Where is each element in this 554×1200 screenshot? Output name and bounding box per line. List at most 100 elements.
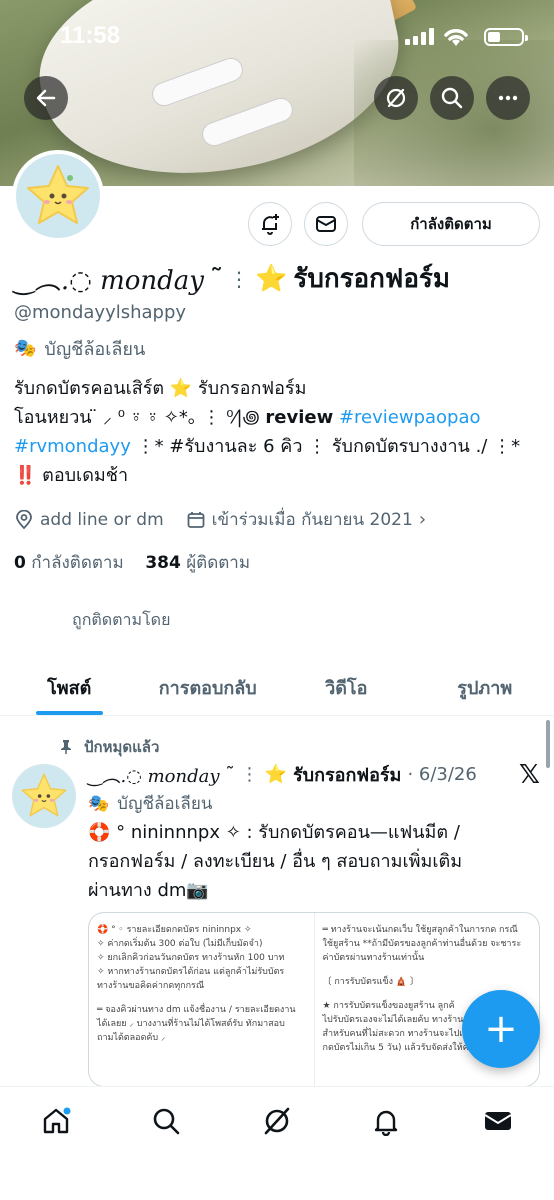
bio-text: ⋮* #รับงานละ 6 คิว ⋮ รับกดบัตรบางงาน ./ …	[130, 436, 521, 457]
post-date: · 6/3/26	[407, 764, 477, 785]
media-text: 〔 การรับบัตรแข็ง 🛕 〕	[322, 977, 419, 987]
status-bar: 11:58	[0, 0, 554, 70]
bio-line: #rvmondayy ⋮* #รับงานละ 6 คิว ⋮ รับกดบัต…	[14, 432, 544, 461]
post-author-avatar[interactable]	[12, 764, 76, 828]
post-text-line: ผ่านทาง dm📷	[88, 880, 209, 901]
followers-link[interactable]: 384 ผู้ติดตาม	[145, 553, 250, 573]
followers-count: 384	[145, 553, 181, 573]
parody-label: 🎭 บัญชีล้อเลียน	[14, 334, 145, 363]
scrollbar[interactable]	[546, 720, 550, 768]
hashtag-link[interactable]: #reviewpaopao	[339, 407, 481, 428]
slash-circle-icon	[386, 88, 406, 108]
media-text: ทางร้านขอคิดค่ากดทุกกรณี	[97, 981, 205, 991]
location-pin-icon	[16, 509, 32, 529]
name-mark: ˜	[210, 263, 223, 294]
parody-text: บัญชีล้อเลียน	[117, 794, 213, 814]
media-text: ═ จองคิวผ่านทาง dm แจ้งชื่องาน / รายละเอ…	[97, 1005, 296, 1015]
messages-icon	[484, 1112, 512, 1130]
post-text-line: กรอกฟอร์ม / ลงทะเบียน / อื่น ๆ สอบถามเพิ…	[88, 851, 463, 872]
nav-grok[interactable]	[257, 1101, 297, 1141]
media-text: ค่าบัตรผ่านทางร้านเท่านั้น	[322, 953, 425, 963]
bell-plus-icon	[262, 214, 279, 235]
calendar-icon	[187, 511, 205, 528]
media-text: ถามได้ตลอดค้บ ⸝	[97, 1033, 166, 1043]
more-button[interactable]	[486, 76, 530, 120]
following-link[interactable]: 0 กำลังติดตาม	[14, 553, 124, 573]
tab-photos[interactable]: รูปภาพ	[416, 660, 554, 715]
bio-bold-text: review	[265, 407, 334, 428]
post-text-line: 🛟 ° nininnnpx ✧ : รับกดบัตรคอน—แฟนมีต /	[88, 822, 460, 843]
tab-replies[interactable]: การตอบกลับ	[139, 660, 278, 715]
nav-home[interactable]	[36, 1101, 76, 1141]
followed-by-text[interactable]: ถูกติดตามโดย	[72, 608, 170, 633]
search-icon	[441, 87, 463, 109]
media-text: ใช้ยูสร้าน **ถ้ามีบัตรของลูกค้าท่านอื่นด…	[322, 939, 522, 949]
profile-avatar[interactable]	[12, 150, 104, 242]
post-text: 🛟 ° nininnnpx ✧ : รับกดบัตรคอน—แฟนมีต / …	[88, 818, 538, 905]
profile-bio: รับกดบัตรคอนเสิร์ต ⭐ รับกรอกฟอร์ม โอนหยว…	[14, 374, 544, 490]
post-parody-label: 🎭 บัญชีล้อเลียน	[88, 790, 212, 817]
star-emoji-icon: ⭐	[264, 764, 287, 785]
theater-masks-icon: 🎭	[14, 338, 37, 359]
theater-masks-icon: 🎭	[88, 793, 110, 814]
cellular-signal-icon	[405, 28, 434, 45]
back-arrow-icon	[36, 89, 56, 107]
media-text: ✧ ยกเลิกคิวก่อนวันกดบัตร ทางร้านหัก 100 …	[97, 953, 285, 963]
pinned-indicator: ปักหมุดแล้ว	[58, 735, 159, 759]
media-text: 🛟 ° ◦ รายละเอียดกดบัตร nininnpx ✧	[97, 925, 252, 935]
profile-meta: add line or dm เข้าร่วมเมื่อ กันยายน 202…	[14, 506, 426, 533]
bottom-navigation	[0, 1086, 554, 1200]
envelope-icon	[316, 216, 336, 232]
grok-icon	[264, 1107, 290, 1135]
search-icon	[153, 1108, 180, 1135]
tab-posts[interactable]: โพสต์	[0, 660, 139, 715]
post-header[interactable]: ‿︵.◌ monday ˜ ⋮ ⭐ รับกรอกฟอร์ม · 6/3/26	[88, 760, 477, 789]
joined-text: เข้าร่วมเมื่อ กันยายน 2021	[211, 510, 413, 530]
tab-videos[interactable]: วิดีโอ	[277, 660, 416, 715]
status-time: 11:58	[60, 22, 121, 49]
pin-icon	[61, 740, 71, 754]
home-icon	[43, 1107, 71, 1134]
followers-label: ผู้ติดตาม	[186, 553, 251, 573]
following-button[interactable]: กำลังติดตาม	[362, 202, 540, 246]
profile-tabs: โพสต์ การตอบกลับ วิดีโอ รูปภาพ	[0, 660, 554, 716]
location-text: add line or dm	[40, 509, 164, 530]
notifications-icon	[374, 1110, 398, 1136]
wifi-icon	[444, 29, 468, 46]
display-name: ‿︵.◌ monday ˜ ⋮ ⭐ รับกรอกฟอร์ม	[14, 258, 450, 299]
media-text: ✧ หากทางร้านกดบัตรได้ก่อน แต่ลูกค้าไม่รั…	[97, 967, 285, 977]
media-text: ✧ ค่ากดเริ่มต้น 300 ต่อใบ (ไม่มีเก็บมัดจ…	[97, 939, 263, 949]
battery-icon	[484, 28, 528, 46]
follow-counts: 0 กำลังติดตาม 384 ผู้ติดตาม	[14, 549, 250, 576]
bio-text: โอนหยวน ̈ ⸝ ⁰ ⍤ ⍤ ✧*｡ ⋮ ⁰⁄|꩜	[14, 407, 260, 428]
notification-subscribe-button[interactable]	[248, 202, 292, 246]
star-emoji-icon: ⭐	[255, 263, 288, 294]
back-button[interactable]	[24, 76, 68, 120]
more-icon	[498, 95, 518, 101]
chevron-right-icon[interactable]: ›	[419, 509, 426, 530]
message-button[interactable]	[304, 202, 348, 246]
search-button[interactable]	[430, 76, 474, 120]
media-text: ═ ทางร้านจะเน้นกดเว็บ ใช้ยูสลูกค้าในการก…	[322, 925, 518, 935]
nav-messages[interactable]	[478, 1101, 518, 1141]
star-character-icon	[21, 773, 67, 817]
author-mark: ˜	[225, 764, 235, 785]
nav-notifications[interactable]	[366, 1101, 406, 1141]
name-decoration: ‿︵.◌ monday	[14, 266, 204, 296]
post-media-image[interactable]: 🛟 ° ◦ รายละเอียดกดบัตร nininnpx ✧ ✧ ค่าก…	[88, 912, 540, 1087]
bio-line: ‼️ ตอบเดมช้า	[14, 465, 129, 486]
media-text: ได้เลยย ⸝ บางงานที่ร้านไม่ได้โพสต์รับ ทั…	[97, 1019, 285, 1029]
name-text: รับกรอกฟอร์ม	[293, 264, 451, 294]
bio-line: รับกดบัตรคอนเสิร์ต ⭐ รับกรอกฟอร์ม	[14, 378, 307, 399]
x-logo-icon: 𝕏	[519, 760, 540, 790]
parody-text: บัญชีล้อเลียน	[44, 339, 146, 360]
bio-line: โอนหยวน ̈ ⸝ ⁰ ⍤ ⍤ ✧*｡ ⋮ ⁰⁄|꩜ review #rev…	[14, 403, 544, 432]
grok-button[interactable]	[374, 76, 418, 120]
compose-button[interactable]: +	[462, 990, 540, 1068]
profile-handle: @mondayylshappy	[14, 302, 187, 323]
media-left-column: 🛟 ° ◦ รายละเอียดกดบัตร nininnpx ✧ ✧ ค่าก…	[89, 913, 314, 1086]
hashtag-link[interactable]: #rvmondayy	[14, 436, 131, 457]
plus-icon: +	[484, 1006, 518, 1052]
nav-search[interactable]	[146, 1101, 186, 1141]
star-character-icon	[27, 165, 89, 224]
